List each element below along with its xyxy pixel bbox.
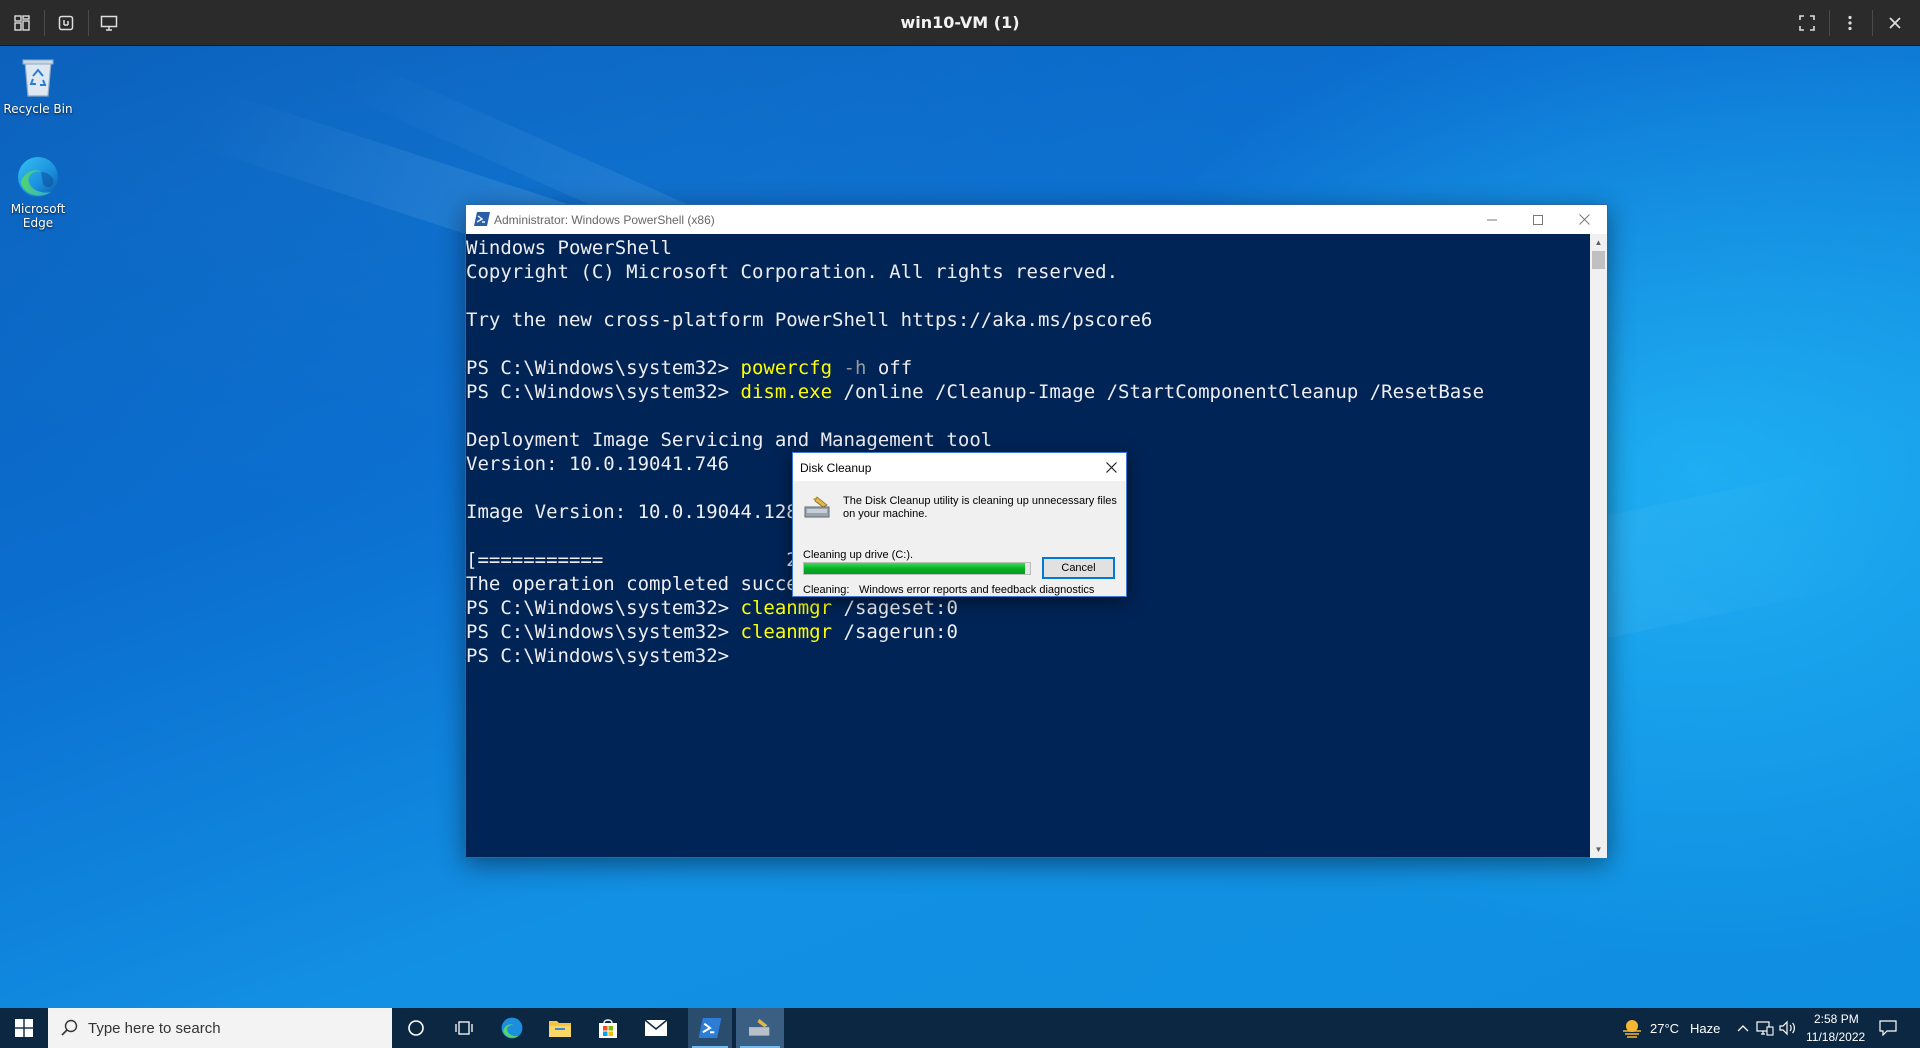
- console-output-line: Windows PowerShell: [466, 236, 1592, 260]
- console-arguments: /sageset:0: [832, 597, 958, 619]
- console-arguments: /sagerun:0: [832, 621, 958, 643]
- console-text: Windows PowerShell: [466, 237, 672, 259]
- cleaning-label: Cleaning:: [803, 584, 850, 596]
- desktop-icon-label: Microsoft Edge: [10, 202, 66, 230]
- cleanup-drive-label: Cleaning up drive (C:).: [803, 549, 914, 561]
- cancel-button[interactable]: Cancel: [1042, 557, 1115, 579]
- console-command: cleanmgr: [740, 597, 833, 619]
- taskbar-edge-icon[interactable]: [488, 1008, 536, 1048]
- console-parameter: -h: [832, 357, 867, 379]
- console-text: Try the new cross-platform PowerShell ht…: [466, 309, 1153, 331]
- console-command-line: PS C:\Windows\system32> cleanmgr /sagese…: [466, 596, 1592, 620]
- cleanup-progress-bar: [803, 562, 1031, 575]
- console-command-line: PS C:\Windows\system32> powercfg -h off: [466, 356, 1592, 380]
- console-output-line: Try the new cross-platform PowerShell ht…: [466, 308, 1592, 332]
- notification-icon[interactable]: [1878, 1018, 1898, 1038]
- powershell-window-title: Administrator: Windows PowerShell (x86): [494, 213, 715, 227]
- file-explorer-icon[interactable]: [536, 1008, 584, 1048]
- console-text: Copyright (C) Microsoft Corporation. All…: [466, 261, 1119, 283]
- close-icon[interactable]: [1879, 8, 1911, 38]
- console-text: Version: 10.0.19041.746: [466, 453, 730, 475]
- console-text: The operation completed succes: [466, 573, 810, 595]
- console-command-line: PS C:\Windows\system32> cleanmgr /sageru…: [466, 620, 1592, 644]
- close-icon: [1105, 461, 1117, 473]
- fullscreen-icon[interactable]: [1791, 8, 1823, 38]
- console-text: [=========== 20: [466, 549, 810, 571]
- volume-icon[interactable]: [1778, 1018, 1798, 1038]
- console-arguments: off: [866, 357, 913, 379]
- cleanup-progress-fill: [804, 563, 1026, 574]
- console-text: Image Version: 10.0.19044.1288: [466, 501, 810, 523]
- vertical-scrollbar[interactable]: ▲ ▼: [1590, 234, 1607, 858]
- console-output-line: Deployment Image Servicing and Managemen…: [466, 428, 1592, 452]
- maximize-button[interactable]: [1515, 205, 1561, 234]
- desktop[interactable]: Recycle Bin Microsoft Edge Administrator…: [0, 46, 1920, 1008]
- mail-icon[interactable]: [632, 1008, 680, 1048]
- recycle-bin-icon: [15, 54, 61, 100]
- desktop-icon-label: Recycle Bin: [3, 102, 73, 116]
- desktop-icon-edge[interactable]: Microsoft Edge: [0, 154, 76, 230]
- desktop-icon-recycle-bin[interactable]: Recycle Bin: [0, 54, 76, 116]
- powershell-icon: [474, 212, 490, 231]
- scrollbar-thumb[interactable]: [1592, 251, 1605, 269]
- minimize-button[interactable]: [1469, 205, 1515, 234]
- console-command: powercfg: [740, 357, 833, 379]
- weather-condition[interactable]: Haze: [1690, 1021, 1720, 1036]
- windows-logo-icon: [15, 1019, 33, 1037]
- taskbar-search-box[interactable]: Type here to search: [48, 1008, 392, 1048]
- search-icon: [61, 1019, 78, 1036]
- vm-title: win10-VM (1): [900, 13, 1020, 32]
- dialog-message: The Disk Cleanup utility is cleaning up …: [843, 495, 1117, 520]
- console-text: Deployment Image Servicing and Managemen…: [466, 429, 993, 451]
- console-command: cleanmgr: [740, 621, 833, 643]
- disk-cleanup-icon: [803, 495, 833, 521]
- powershell-titlebar[interactable]: Administrator: Windows PowerShell (x86): [466, 205, 1607, 234]
- toolbar-divider: [1829, 10, 1830, 36]
- scroll-down-icon[interactable]: ▼: [1590, 841, 1607, 858]
- task-view-icon[interactable]: [440, 1008, 488, 1048]
- disk-cleanup-dialog[interactable]: Disk Cleanup The Disk Cleanup utility is…: [792, 452, 1127, 597]
- chevron-up-icon[interactable]: [1733, 1018, 1753, 1038]
- search-placeholder: Type here to search: [88, 1019, 221, 1037]
- more-icon[interactable]: [1834, 8, 1866, 38]
- console-output-line: Copyright (C) Microsoft Corporation. All…: [466, 260, 1592, 284]
- dialog-close-button[interactable]: [1096, 453, 1126, 481]
- dialog-title: Disk Cleanup: [800, 461, 872, 475]
- close-button[interactable]: [1561, 205, 1607, 234]
- store-icon[interactable]: [584, 1008, 632, 1048]
- dialog-titlebar[interactable]: Disk Cleanup: [793, 453, 1126, 481]
- edge-icon: [15, 154, 61, 200]
- console-prompt: PS C:\Windows\system32>: [466, 645, 741, 667]
- network-icon[interactable]: [1755, 1018, 1775, 1038]
- clock-date[interactable]: 11/18/2022: [1806, 1030, 1865, 1044]
- weather-temp[interactable]: 27°C: [1650, 1021, 1679, 1036]
- weather-haze-icon[interactable]: [1620, 1016, 1644, 1040]
- toolbar-divider: [1872, 10, 1873, 36]
- console-command-line: PS C:\Windows\system32>: [466, 644, 1592, 668]
- taskbar: Type here to search 27°C Haze 2:58 PM 11…: [0, 1008, 1920, 1048]
- start-button[interactable]: [0, 1008, 48, 1048]
- vm-toolbar: win10-VM (1): [0, 0, 1920, 46]
- scroll-up-icon[interactable]: ▲: [1590, 234, 1607, 251]
- cortana-icon[interactable]: [392, 1008, 440, 1048]
- console-prompt: PS C:\Windows\system32>: [466, 357, 741, 379]
- console-command-line: PS C:\Windows\system32> dism.exe /online…: [466, 380, 1592, 404]
- cleaning-value: Windows error reports and feedback diagn…: [859, 584, 1095, 596]
- taskbar-disk-cleanup-icon[interactable]: [736, 1008, 784, 1048]
- console-prompt: PS C:\Windows\system32>: [466, 621, 741, 643]
- taskbar-powershell-icon[interactable]: [688, 1008, 732, 1048]
- console-command: dism.exe: [740, 381, 833, 403]
- console-prompt: PS C:\Windows\system32>: [466, 597, 741, 619]
- console-prompt: PS C:\Windows\system32>: [466, 381, 741, 403]
- console-arguments: /online /Cleanup-Image /StartComponentCl…: [832, 381, 1485, 403]
- clock-time[interactable]: 2:58 PM: [1814, 1012, 1859, 1026]
